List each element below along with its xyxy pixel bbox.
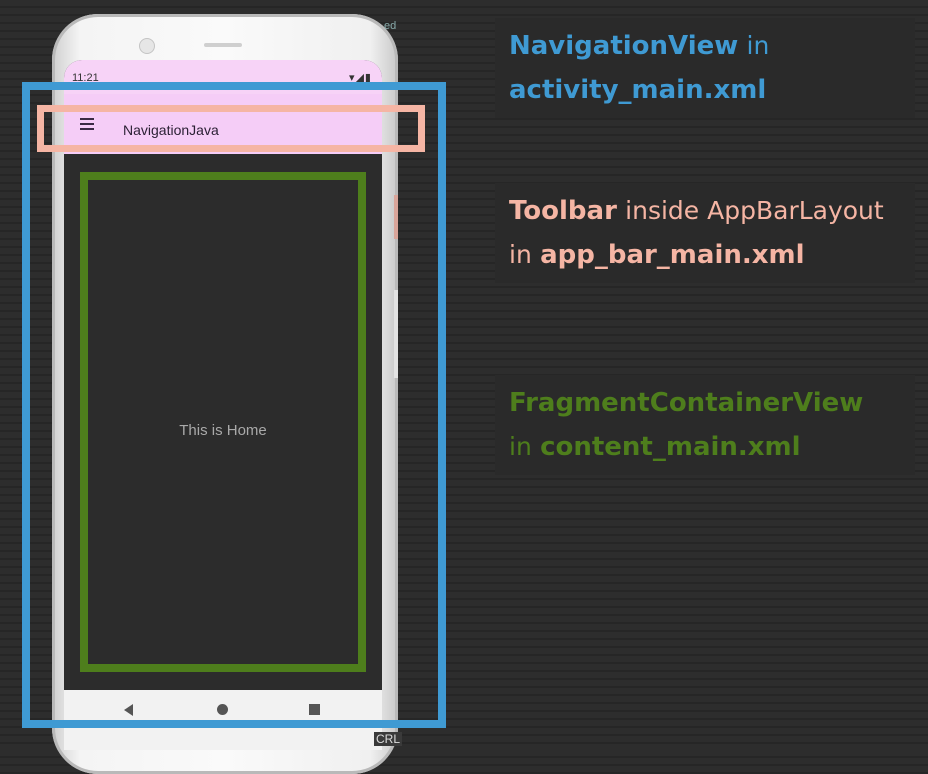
callout-fragment-name: FragmentContainerView [509, 388, 864, 418]
callout-toolbar-name: Toolbar [509, 196, 617, 226]
callout-nav-name: NavigationView [509, 31, 739, 61]
camera-icon [139, 38, 155, 54]
phone-speaker [204, 43, 242, 47]
callout-toolbar-in: in [509, 240, 532, 269]
callout-toolbar-inside: inside AppBarLayout [625, 196, 884, 225]
corner-text-bottom: CRL [374, 732, 403, 746]
callout-toolbar-file: app_bar_main.xml [540, 240, 805, 270]
callout-fragment-in: in [509, 432, 532, 461]
navigation-view-callout: NavigationView in activity_main.xml [495, 18, 915, 118]
toolbar-highlight [37, 105, 425, 152]
callout-nav-file: activity_main.xml [509, 75, 767, 105]
callout-fragment-file: content_main.xml [540, 432, 801, 462]
fragment-container-highlight [80, 172, 366, 672]
toolbar-callout: Toolbar inside AppBarLayout in app_bar_m… [495, 183, 915, 283]
corner-text-top: ed [384, 20, 397, 32]
callout-nav-in: in [746, 31, 770, 60]
fragment-callout: FragmentContainerView in content_main.xm… [495, 375, 915, 475]
